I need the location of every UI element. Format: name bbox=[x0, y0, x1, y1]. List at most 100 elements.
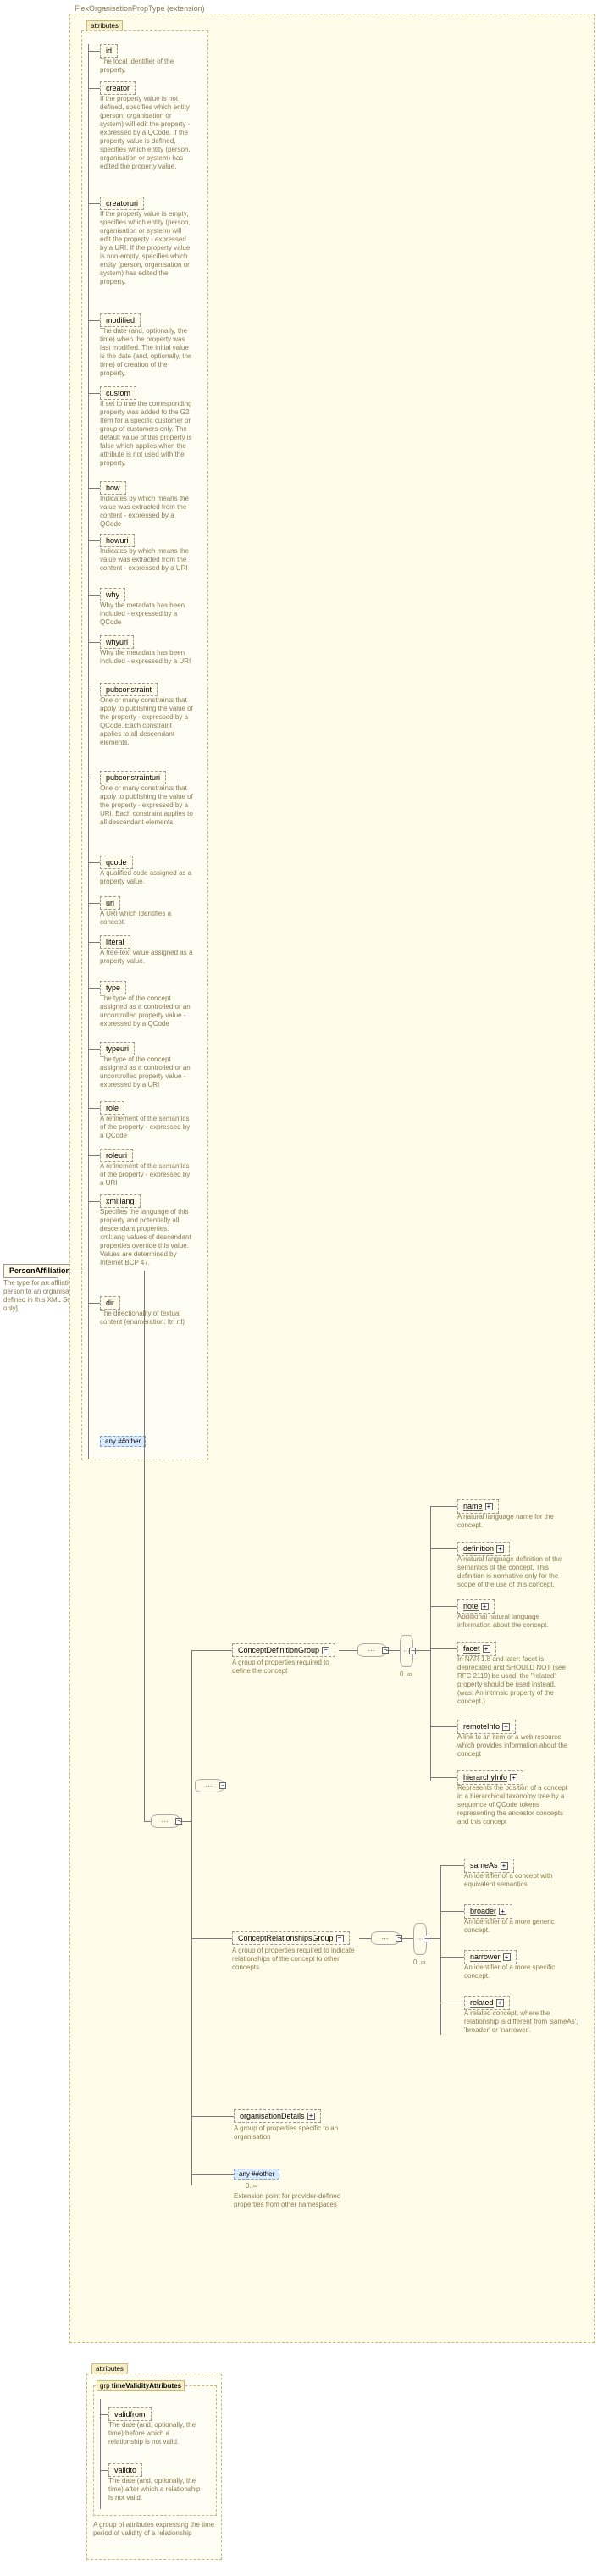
attr-literal[interactable]: literal bbox=[100, 935, 130, 949]
cdg-hierarchyInfo[interactable]: hierarchyInfo+ bbox=[457, 1770, 523, 1785]
attr-desc-pubconstrainturi: One or many constraints that apply to pu… bbox=[100, 784, 193, 827]
crg-narrower[interactable]: narrower+ bbox=[464, 1950, 517, 1964]
attr-desc-why: Why the metadata has been included - exp… bbox=[100, 601, 193, 627]
crg-desc-broader: An identifier of a more generic concept. bbox=[464, 1918, 578, 1935]
attr-desc-id: The local identifier of the property. bbox=[100, 58, 193, 75]
expand-icon[interactable]: + bbox=[510, 1774, 517, 1781]
cdg-label: name bbox=[463, 1502, 483, 1511]
expand-icon[interactable]: + bbox=[501, 1862, 508, 1870]
expand-icon[interactable]: + bbox=[485, 1503, 493, 1510]
attr-uri[interactable]: uri bbox=[100, 896, 120, 910]
ext-point-any: any ##other bbox=[234, 2169, 279, 2180]
attr-creatoruri[interactable]: creatoruri bbox=[100, 197, 144, 210]
attr-label: creator bbox=[106, 84, 130, 92]
concept-definition-group[interactable]: ConceptDefinitionGroup − bbox=[232, 1643, 335, 1657]
attr-id[interactable]: id bbox=[100, 44, 118, 58]
attr-why[interactable]: why bbox=[100, 588, 125, 601]
concept-relationships-group[interactable]: ConceptRelationshipsGroup − bbox=[232, 1931, 350, 1945]
attr-desc-creator: If the property value is not defined, sp… bbox=[100, 95, 193, 171]
attr-typeuri[interactable]: typeuri bbox=[100, 1042, 135, 1055]
attr-desc-pubconstraint: One or many constraints that apply to pu… bbox=[100, 696, 193, 747]
attr-creator[interactable]: creator bbox=[100, 81, 136, 95]
attr-desc-custom: If set to true the corresponding propert… bbox=[100, 400, 193, 468]
attr-dir[interactable]: dir bbox=[100, 1296, 120, 1310]
ext-point-desc: Extension point for provider-defined pro… bbox=[234, 2192, 344, 2209]
attr-label: howuri bbox=[106, 536, 129, 545]
expand-icon[interactable]: − bbox=[409, 1648, 416, 1654]
tva-desc: A group of attributes expressing the tim… bbox=[93, 2521, 220, 2538]
crg-sameAs[interactable]: sameAs+ bbox=[464, 1859, 514, 1873]
cdg-desc-name: A natural language name for the concept. bbox=[457, 1513, 572, 1530]
cdg-desc: A group of properties required to define… bbox=[232, 1659, 342, 1676]
attr-custom[interactable]: custom bbox=[100, 386, 136, 400]
attr-desc-creatoruri: If the property value is empty, specifie… bbox=[100, 210, 193, 286]
org-details-desc: A group of properties specific to an org… bbox=[234, 2125, 344, 2141]
cdg-desc-definition: A natural language definition of the sem… bbox=[457, 1555, 572, 1589]
attr-roleuri[interactable]: roleuri bbox=[100, 1149, 133, 1162]
expand-icon[interactable]: − bbox=[423, 1936, 429, 1942]
attr-label: xml:lang bbox=[106, 1197, 135, 1205]
crg-label: broader bbox=[470, 1907, 496, 1916]
attr-label: modified bbox=[106, 316, 135, 324]
attr-pubconstrainturi[interactable]: pubconstrainturi bbox=[100, 771, 166, 784]
sequence-dots-icon: ⋯ bbox=[382, 1935, 390, 1942]
attr-role[interactable]: role bbox=[100, 1101, 124, 1115]
expand-icon[interactable]: + bbox=[481, 1603, 489, 1610]
expand-icon[interactable]: + bbox=[483, 1645, 490, 1653]
attr-qcode[interactable]: qcode bbox=[100, 856, 133, 869]
crg-desc-sameAs: An identifier of a concept with equivale… bbox=[464, 1872, 578, 1889]
validto-desc: The date (and, optionally, the time) aft… bbox=[108, 2477, 202, 2502]
cdg-label: facet bbox=[463, 1644, 480, 1654]
expand-icon[interactable]: − bbox=[322, 1647, 329, 1654]
choice-crg[interactable]: ⋮ − bbox=[413, 1923, 427, 1955]
crg-desc-related: A related concept, where the relationshi… bbox=[464, 2009, 578, 2035]
attr-xmllang[interactable]: xml:lang bbox=[100, 1194, 141, 1208]
attr-label: uri bbox=[106, 899, 114, 907]
validfrom-attr[interactable]: validfrom bbox=[108, 2407, 152, 2421]
validfrom-label: validfrom bbox=[114, 2410, 146, 2418]
expand-icon[interactable]: + bbox=[503, 1953, 511, 1961]
cdg-desc-facet: In NAR 1.8 and later: facet is deprecate… bbox=[457, 1655, 572, 1706]
cdg-name[interactable]: name+ bbox=[457, 1499, 499, 1514]
attr-modified[interactable]: modified bbox=[100, 313, 141, 327]
cdg-definition[interactable]: definition+ bbox=[457, 1542, 510, 1556]
attr-how[interactable]: how bbox=[100, 481, 126, 495]
seq-crg[interactable]: ⋯ − bbox=[371, 1931, 400, 1945]
cdg-note[interactable]: note+ bbox=[457, 1599, 495, 1614]
attr-whyuri[interactable]: whyuri bbox=[100, 635, 134, 649]
cdg-label: definition bbox=[463, 1544, 494, 1554]
expand-icon[interactable]: + bbox=[496, 1545, 504, 1553]
attr-pubconstraint[interactable]: pubconstraint bbox=[100, 683, 158, 696]
crg-broader[interactable]: broader+ bbox=[464, 1904, 512, 1919]
attr-howuri[interactable]: howuri bbox=[100, 534, 135, 547]
validto-label: validto bbox=[114, 2466, 136, 2474]
sequence-dots-icon: ⋯ bbox=[162, 1818, 169, 1825]
sequence-dots-icon: ⋯ bbox=[368, 1647, 376, 1654]
occ-crg: 0..∞ bbox=[413, 1958, 426, 1966]
expand-icon[interactable]: − bbox=[336, 1935, 344, 1942]
expand-icon[interactable]: + bbox=[499, 1908, 506, 1915]
sequence-compositor-inner[interactable]: ⋯ − bbox=[195, 1779, 224, 1792]
crg-label: ConceptRelationshipsGroup bbox=[238, 1934, 334, 1942]
attr-type[interactable]: type bbox=[100, 981, 126, 994]
sequence-compositor-ext[interactable]: ⋯ − bbox=[151, 1814, 180, 1828]
attr-desc-how: Indicates by which means the value was e… bbox=[100, 495, 193, 529]
cdg-label: note bbox=[463, 1602, 479, 1611]
crg-related[interactable]: related+ bbox=[464, 1996, 510, 2010]
attr-desc-uri: A URI which identifies a concept. bbox=[100, 910, 193, 927]
expand-icon[interactable]: + bbox=[307, 2113, 315, 2120]
cdg-remoteInfo[interactable]: remoteInfo+ bbox=[457, 1720, 516, 1734]
attr-label: pubconstraint bbox=[106, 685, 152, 694]
attr-desc-xmllang: Specifies the language of this property … bbox=[100, 1208, 193, 1267]
organisation-details[interactable]: organisationDetails + bbox=[234, 2109, 321, 2123]
choice-cdg[interactable]: ⋮ − bbox=[400, 1635, 413, 1667]
cdg-label: ConceptDefinitionGroup bbox=[238, 1646, 319, 1654]
cdg-facet[interactable]: facet+ bbox=[457, 1642, 496, 1656]
attr-label: pubconstrainturi bbox=[106, 773, 160, 782]
expand-icon[interactable]: − bbox=[219, 1782, 226, 1789]
seq-cdg[interactable]: ⋯ − bbox=[357, 1643, 386, 1657]
expand-icon[interactable]: + bbox=[496, 1999, 504, 2007]
occ-cdg: 0..∞ bbox=[400, 1670, 412, 1678]
expand-icon[interactable]: + bbox=[502, 1723, 510, 1731]
validto-attr[interactable]: validto bbox=[108, 2463, 142, 2477]
